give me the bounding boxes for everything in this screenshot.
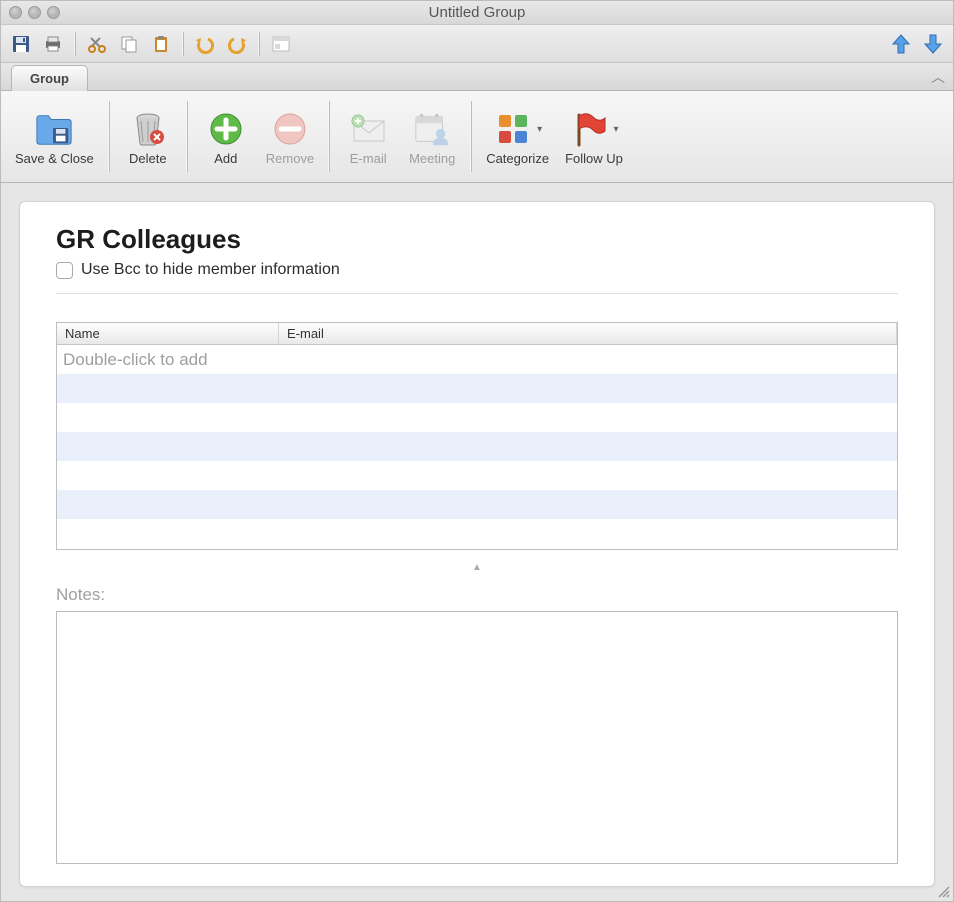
printer-icon xyxy=(43,34,63,54)
bcc-checkbox[interactable] xyxy=(56,262,73,279)
save-and-close-label: Save & Close xyxy=(15,151,94,166)
undo-button[interactable] xyxy=(191,30,219,58)
table-row[interactable] xyxy=(57,490,897,519)
redo-icon xyxy=(226,34,248,54)
save-and-close-button[interactable]: Save & Close xyxy=(7,105,102,168)
meeting-button[interactable]: Meeting xyxy=(400,105,464,168)
trash-icon xyxy=(128,109,168,149)
floppy-icon xyxy=(11,34,31,54)
table-row[interactable] xyxy=(57,403,897,432)
calendar-person-icon xyxy=(412,110,452,148)
divider xyxy=(56,293,898,294)
email-label: E-mail xyxy=(350,151,387,166)
save-button[interactable] xyxy=(7,30,35,58)
flag-icon xyxy=(571,111,607,147)
table-header: Name E-mail xyxy=(57,323,897,345)
delete-button[interactable]: Delete xyxy=(116,105,180,168)
minus-circle-icon xyxy=(272,111,308,147)
scrapbook-button[interactable] xyxy=(267,30,295,58)
clipboard-icon xyxy=(151,34,171,54)
resize-grip-icon xyxy=(937,885,951,899)
previous-item-button[interactable] xyxy=(887,30,915,58)
splitter-handle[interactable]: ▲ xyxy=(56,562,898,573)
table-row[interactable] xyxy=(57,374,897,403)
follow-up-button[interactable]: ▾ Follow Up xyxy=(557,105,631,168)
notes-label: Notes: xyxy=(56,585,898,605)
save-folder-icon xyxy=(34,110,74,148)
follow-up-label: Follow Up xyxy=(565,151,623,166)
bcc-label: Use Bcc to hide member information xyxy=(81,261,340,279)
tab-row: Group ︿ xyxy=(1,63,953,91)
collapse-ribbon-button[interactable]: ︿ xyxy=(931,67,945,87)
titlebar: Untitled Group xyxy=(1,1,953,25)
envelope-icon xyxy=(348,111,388,147)
copy-button[interactable] xyxy=(115,30,143,58)
members-table[interactable]: Name E-mail Double-click to add xyxy=(56,322,898,550)
traffic-lights xyxy=(1,6,60,19)
redo-button[interactable] xyxy=(223,30,251,58)
categories-icon xyxy=(495,111,531,147)
arrow-up-icon xyxy=(890,32,912,56)
tab-label: Group xyxy=(30,71,69,86)
dropdown-caret-icon: ▾ xyxy=(537,124,542,135)
print-button[interactable] xyxy=(39,30,67,58)
group-name-heading[interactable]: GR Colleagues xyxy=(56,224,898,255)
categorize-label: Categorize xyxy=(486,151,549,166)
categorize-button[interactable]: ▾ Categorize xyxy=(478,105,557,168)
resize-grip[interactable] xyxy=(937,885,951,899)
table-row[interactable] xyxy=(57,461,897,490)
add-member-placeholder[interactable]: Double-click to add xyxy=(57,350,208,370)
meeting-label: Meeting xyxy=(409,151,455,166)
undo-icon xyxy=(194,34,216,54)
zoom-window-button[interactable] xyxy=(47,6,60,19)
plus-circle-icon xyxy=(208,111,244,147)
arrow-down-icon xyxy=(922,32,944,56)
notes-textarea[interactable] xyxy=(56,611,898,864)
column-header-email[interactable]: E-mail xyxy=(279,323,897,344)
copy-icon xyxy=(119,34,139,54)
scissors-icon xyxy=(87,34,107,54)
content-area: GR Colleagues Use Bcc to hide member inf… xyxy=(1,183,953,901)
quick-toolbar xyxy=(1,25,953,63)
ribbon: Save & Close Delete Add xyxy=(1,91,953,183)
minimize-window-button[interactable] xyxy=(28,6,41,19)
table-body[interactable]: Double-click to add xyxy=(57,345,897,549)
tab-group[interactable]: Group xyxy=(11,65,88,91)
remove-button[interactable]: Remove xyxy=(258,105,322,168)
table-row[interactable] xyxy=(57,519,897,548)
bcc-row: Use Bcc to hide member information xyxy=(56,261,898,279)
add-button[interactable]: Add xyxy=(194,105,258,168)
remove-label: Remove xyxy=(266,151,314,166)
window-title: Untitled Group xyxy=(1,4,953,21)
form-icon xyxy=(271,35,291,53)
add-label: Add xyxy=(214,151,237,166)
delete-label: Delete xyxy=(129,151,167,166)
toolbar-separator xyxy=(74,32,76,56)
table-row[interactable] xyxy=(57,432,897,461)
dropdown-caret-icon: ▾ xyxy=(613,124,618,135)
paste-button[interactable] xyxy=(147,30,175,58)
group-card: GR Colleagues Use Bcc to hide member inf… xyxy=(19,201,935,887)
table-row[interactable]: Double-click to add xyxy=(57,345,897,374)
chevron-up-icon: ︿ xyxy=(931,69,945,85)
close-window-button[interactable] xyxy=(9,6,22,19)
cut-button[interactable] xyxy=(83,30,111,58)
toolbar-separator xyxy=(182,32,184,56)
email-button[interactable]: E-mail xyxy=(336,105,400,168)
window: Untitled Group xyxy=(0,0,954,902)
toolbar-separator xyxy=(258,32,260,56)
next-item-button[interactable] xyxy=(919,30,947,58)
column-header-name[interactable]: Name xyxy=(57,323,279,344)
